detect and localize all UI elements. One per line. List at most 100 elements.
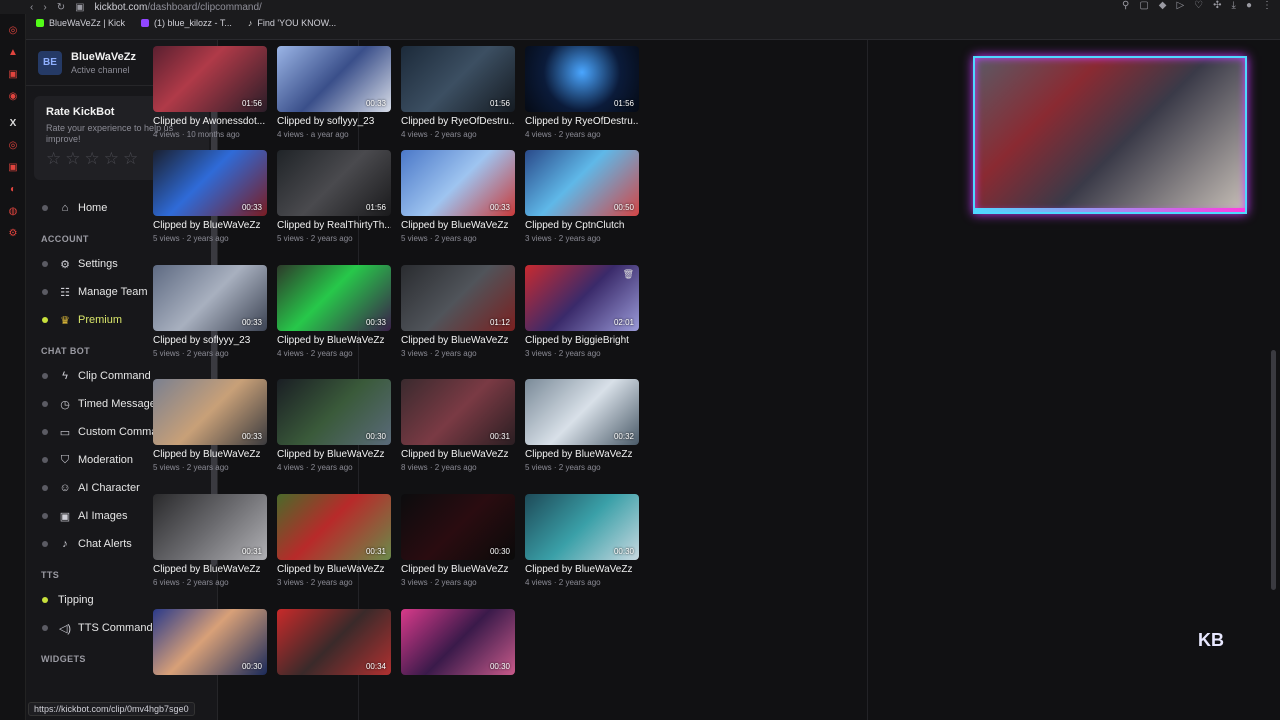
clip-card[interactable]: 00:34 <box>277 609 391 675</box>
clip-thumbnail[interactable]: 00:31 <box>153 494 267 560</box>
star-icon[interactable]: ☆ <box>123 149 138 169</box>
play-icon[interactable]: ▷ <box>1176 0 1184 11</box>
clip-thumbnail[interactable]: 00:30 <box>277 379 391 445</box>
clip-title[interactable]: Clipped by BlueWaVeZz <box>153 449 267 460</box>
clip-card[interactable]: 00:30 Clipped by BlueWaVeZz 3 views · 2 … <box>401 494 515 587</box>
clip-card[interactable]: 00:31 Clipped by BlueWaVeZz 6 views · 2 … <box>153 494 267 587</box>
clip-card[interactable]: 00:33 Clipped by BlueWaVeZz 4 views · 2 … <box>277 265 391 358</box>
menu-icon[interactable]: ⋮ <box>1262 0 1272 11</box>
clip-title[interactable]: Clipped by BlueWaVeZz <box>277 564 391 575</box>
x-icon[interactable]: X <box>0 118 26 129</box>
clip-title[interactable]: Clipped by soflyyy_23 <box>277 116 391 127</box>
clip-card[interactable]: 01:56 Clipped by Awonessdot... 4 views ·… <box>153 46 267 139</box>
clip-thumbnail[interactable]: 01:56 <box>525 46 639 112</box>
shield-icon[interactable]: ◆ <box>1159 0 1167 11</box>
clip-thumbnail[interactable]: 00:30 <box>401 609 515 675</box>
clip-card[interactable]: 00:30 Clipped by BlueWaVeZz 4 views · 2 … <box>525 494 639 587</box>
trash-icon[interactable]: 🗑 <box>623 269 634 280</box>
clip-card[interactable]: 00:30 <box>153 609 267 675</box>
clip-card[interactable]: 00:31 Clipped by BlueWaVeZz 8 views · 2 … <box>401 379 515 472</box>
extension-icon[interactable]: ▢ <box>1139 0 1148 11</box>
clip-thumbnail[interactable]: 00:34 <box>277 609 391 675</box>
pin-icon[interactable]: ⚲ <box>1122 0 1129 11</box>
clip-title[interactable]: Clipped by RyeOfDestru... <box>525 116 639 127</box>
clip-title[interactable]: Clipped by BlueWaVeZz <box>401 449 515 460</box>
heart-icon[interactable]: ♡ <box>1194 0 1203 11</box>
clip-card[interactable]: 01:12 Clipped by BlueWaVeZz 3 views · 2 … <box>401 265 515 358</box>
clip-card[interactable]: 00:33 Clipped by soflyyy_23 5 views · 2 … <box>153 265 267 358</box>
bookmark-twitch[interactable]: (1) blue_kilozz - T... <box>141 18 232 28</box>
forward-icon[interactable]: › <box>43 2 46 13</box>
clip-thumbnail[interactable]: 01:56 <box>277 150 391 216</box>
clip-card[interactable]: 00:33 Clipped by BlueWaVeZz 5 views · 2 … <box>401 150 515 243</box>
address-bar[interactable]: ‹ › ↻ ▣ kickbot.com/dashboard/clipcomman… <box>30 0 262 14</box>
clip-title[interactable]: Clipped by BiggieBright <box>525 335 639 346</box>
clip-card[interactable]: 00:33 Clipped by soflyyy_23 4 views · a … <box>277 46 391 139</box>
clip-title[interactable]: Clipped by soflyyy_23 <box>153 335 267 346</box>
clip-card[interactable]: 00:32 Clipped by BlueWaVeZz 5 views · 2 … <box>525 379 639 472</box>
back-icon[interactable]: ‹ <box>30 2 33 13</box>
clip-thumbnail[interactable]: 00:33 <box>277 46 391 112</box>
clip-card[interactable]: 01:56 Clipped by RyeOfDestru... 4 views … <box>525 46 639 139</box>
star-icon[interactable]: ☆ <box>85 149 100 169</box>
clip-thumbnail[interactable]: 00:33 <box>401 150 515 216</box>
clip-thumbnail[interactable]: 00:33 <box>277 265 391 331</box>
clip-title[interactable]: Clipped by BlueWaVeZz <box>277 335 391 346</box>
url-text[interactable]: kickbot.com/dashboard/clipcommand/ <box>95 2 262 13</box>
clip-card[interactable]: 🗑 02:01 Clipped by BiggieBright 3 views … <box>525 265 639 358</box>
clip-title[interactable]: Clipped by BlueWaVeZz <box>277 449 391 460</box>
clip-title[interactable]: Clipped by CptnClutch <box>525 220 639 231</box>
clip-thumbnail[interactable]: 00:32 <box>525 379 639 445</box>
clip-thumbnail[interactable]: 00:33 <box>153 150 267 216</box>
clip-thumbnail[interactable]: 00:33 <box>153 379 267 445</box>
rail-app-icon[interactable]: ▣ <box>0 69 26 80</box>
clip-thumbnail[interactable]: 00:31 <box>401 379 515 445</box>
clip-thumbnail[interactable]: 00:30 <box>153 609 267 675</box>
clip-title[interactable]: Clipped by RyeOfDestru... <box>401 116 515 127</box>
rail-app-icon[interactable]: ◍ <box>0 206 26 217</box>
clip-thumbnail[interactable]: 00:31 <box>277 494 391 560</box>
rail-app-icon[interactable]: ◐ <box>0 184 26 195</box>
site-info-icon[interactable]: ▣ <box>75 2 84 13</box>
rail-app-icon[interactable]: ▲ <box>0 47 26 58</box>
bookmark-find[interactable]: ♪ Find 'YOU KNOW... <box>248 18 336 28</box>
page-scrollbar[interactable] <box>1271 350 1276 590</box>
clip-thumbnail[interactable]: 00:50 <box>525 150 639 216</box>
clip-thumbnail[interactable]: 00:30 <box>525 494 639 560</box>
puzzle-icon[interactable]: ✣ <box>1213 0 1221 11</box>
star-icon[interactable]: ☆ <box>65 149 80 169</box>
rail-app-icon[interactable]: ◎ <box>0 140 26 151</box>
bookmark-kick[interactable]: BlueWaVeZz | Kick <box>36 18 125 28</box>
clip-thumbnail[interactable]: 🗑 02:01 <box>525 265 639 331</box>
clip-thumbnail[interactable]: 00:30 <box>401 494 515 560</box>
clip-title[interactable]: Clipped by Awonessdot... <box>153 116 267 127</box>
clip-card[interactable]: 00:30 Clipped by BlueWaVeZz 4 views · 2 … <box>277 379 391 472</box>
clip-thumbnail[interactable]: 01:56 <box>401 46 515 112</box>
clip-card[interactable]: 00:31 Clipped by BlueWaVeZz 3 views · 2 … <box>277 494 391 587</box>
star-icon[interactable]: ☆ <box>46 149 61 169</box>
rail-app-icon[interactable]: ◎ <box>0 25 26 36</box>
clip-thumbnail[interactable]: 01:12 <box>401 265 515 331</box>
clip-card[interactable]: 00:33 Clipped by BlueWaVeZz 5 views · 2 … <box>153 379 267 472</box>
clip-thumbnail[interactable]: 01:56 <box>153 46 267 112</box>
clip-title[interactable]: Clipped by RealThirtyTh... <box>277 220 391 231</box>
clip-title[interactable]: Clipped by BlueWaVeZz <box>401 335 515 346</box>
star-icon[interactable]: ☆ <box>104 149 119 169</box>
clip-title[interactable]: Clipped by BlueWaVeZz <box>153 564 267 575</box>
clip-title[interactable]: Clipped by BlueWaVeZz <box>525 449 639 460</box>
profile-icon[interactable]: ● <box>1246 0 1252 11</box>
clip-card[interactable]: 01:56 Clipped by RealThirtyTh... 5 views… <box>277 150 391 243</box>
rail-app-icon[interactable]: ⚙ <box>0 228 26 239</box>
reload-icon[interactable]: ↻ <box>57 2 65 13</box>
clip-card[interactable]: 00:33 Clipped by BlueWaVeZz 5 views · 2 … <box>153 150 267 243</box>
clip-card[interactable]: 01:56 Clipped by RyeOfDestru... 4 views … <box>401 46 515 139</box>
clip-card[interactable]: 00:30 <box>401 609 515 675</box>
clip-card[interactable]: 00:50 Clipped by CptnClutch 3 views · 2 … <box>525 150 639 243</box>
clip-title[interactable]: Clipped by BlueWaVeZz <box>401 220 515 231</box>
rail-app-icon[interactable]: ◉ <box>0 91 26 102</box>
clip-title[interactable]: Clipped by BlueWaVeZz <box>153 220 267 231</box>
download-icon[interactable]: ⤓ <box>1232 0 1236 11</box>
rail-app-icon[interactable]: ▣ <box>0 162 26 173</box>
clip-title[interactable]: Clipped by BlueWaVeZz <box>401 564 515 575</box>
clip-thumbnail[interactable]: 00:33 <box>153 265 267 331</box>
